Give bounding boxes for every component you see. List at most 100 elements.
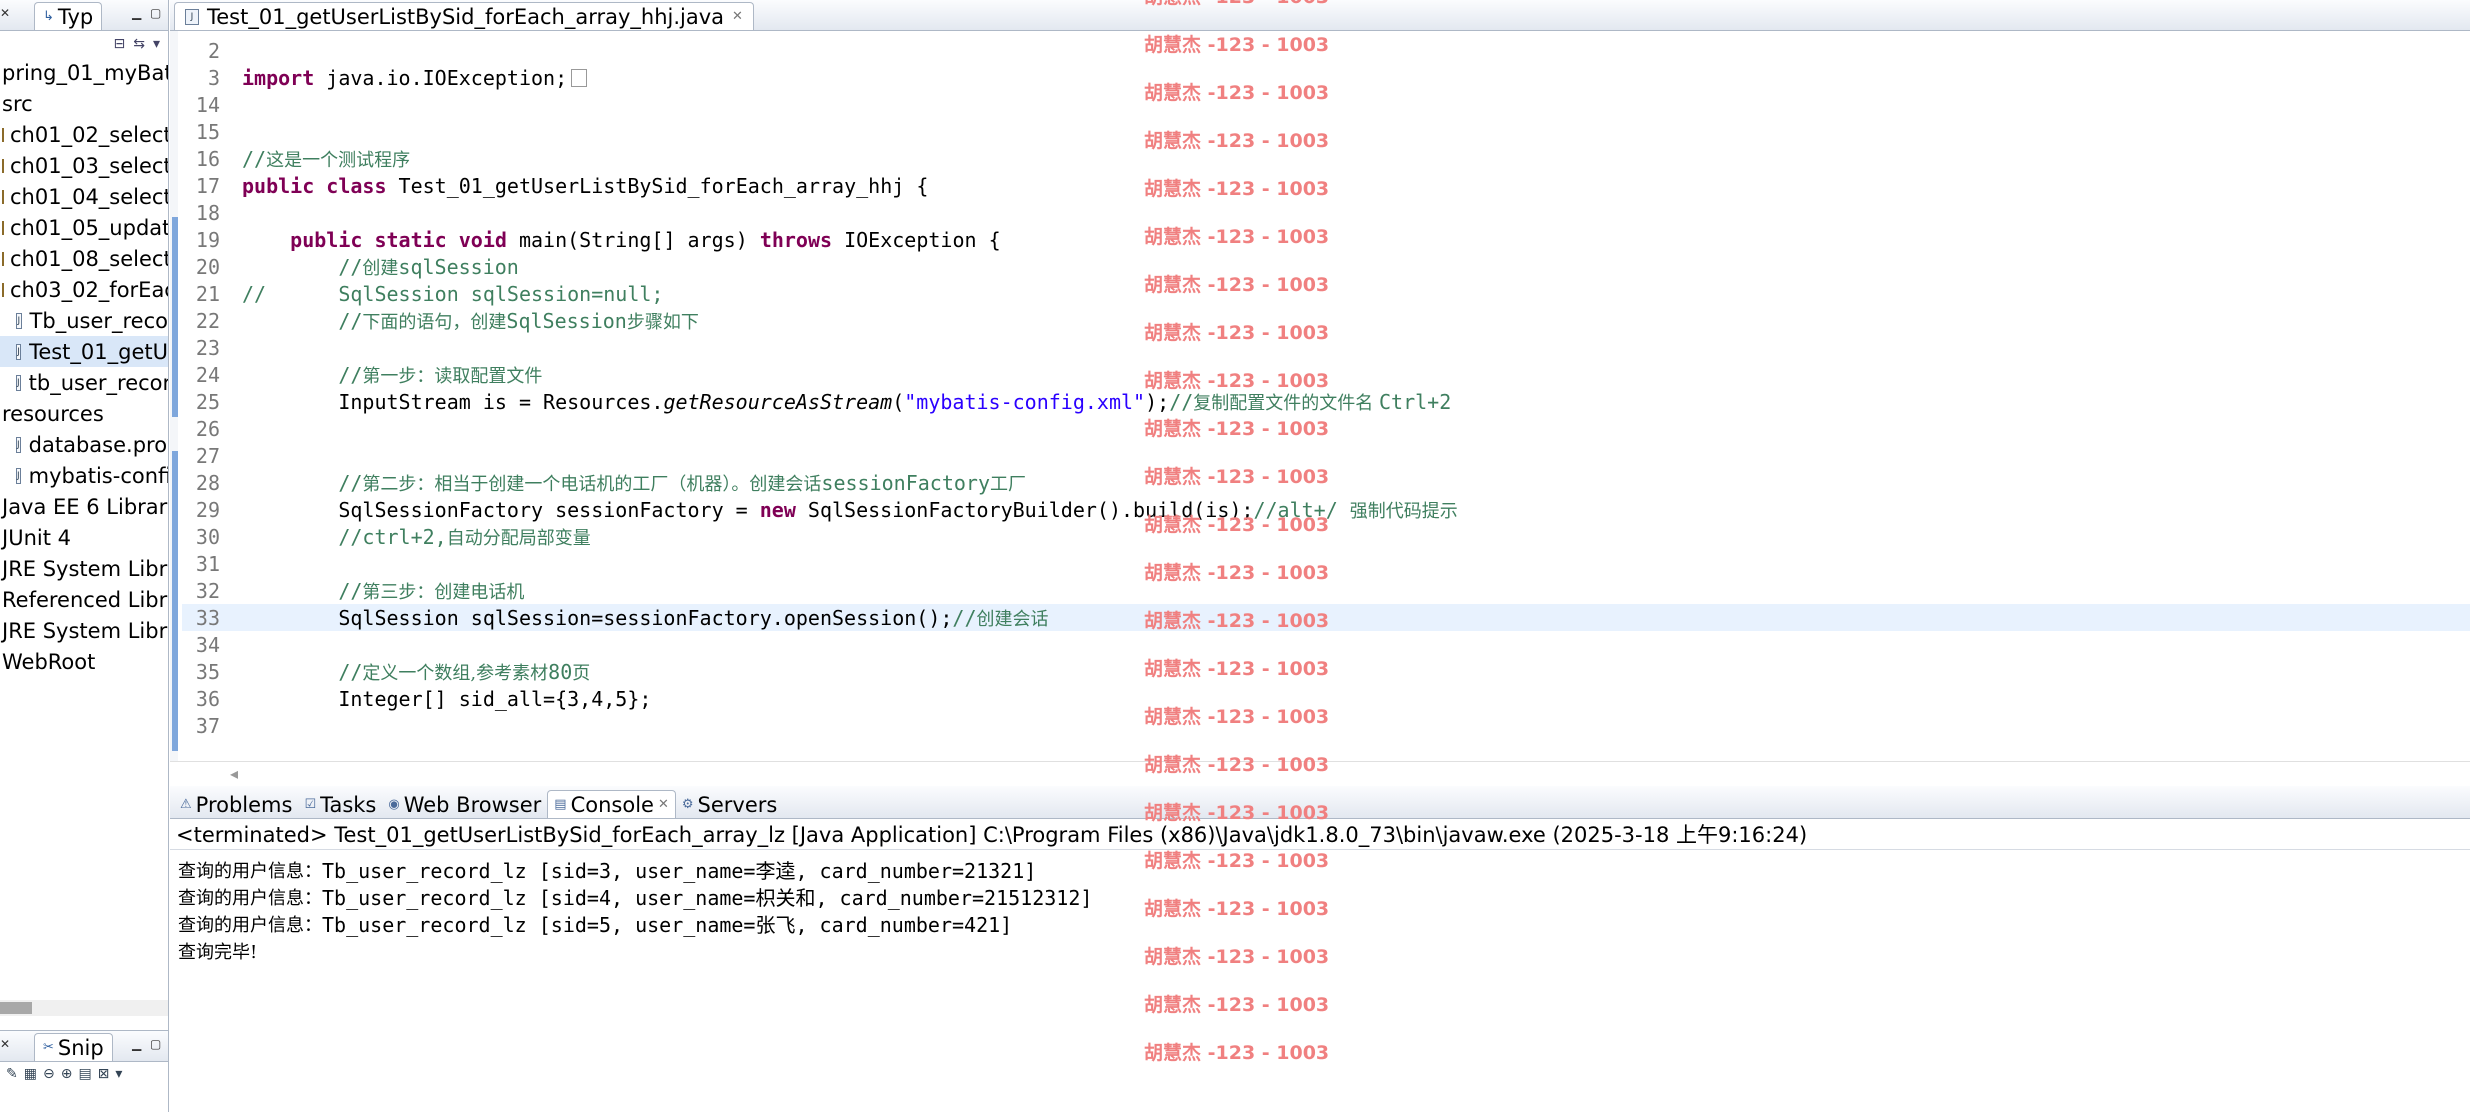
editor-hscrollbar[interactable]: ◂ [170,761,2470,784]
code-line[interactable]: 36 Integer[] sid_all={3,4,5}; [182,685,2470,712]
snippet-tabbar: ✕ ✂ Snip ▁ ▢ [0,1031,168,1062]
change-bar [172,217,178,417]
tab-servers[interactable]: ⚙ Servers [676,791,783,818]
tree-item[interactable]: pring_01_myBatis [0,57,168,88]
tab-console[interactable]: ▤ Console ✕ [547,790,676,818]
tree-item[interactable]: J Test_01_getU [0,336,168,367]
code-line[interactable]: 24 //第一步：读取配置文件 [182,361,2470,388]
tree-item[interactable]: JUnit 4 [0,522,168,553]
code-line[interactable]: 23 [182,334,2470,361]
close-icon[interactable]: ✕ [0,1037,10,1051]
close-tab-icon[interactable]: ✕ [658,797,669,812]
tree-item-label: ch01_04_select [10,184,169,209]
tree-item[interactable]: Jtb_user_recor [0,367,168,398]
editor-text-area[interactable]: 2 3 import java.io.IOException; 14 15 16//这是一… [170,31,2470,761]
code-token: 工厂 [990,473,1026,495]
tab-snippets[interactable]: ✂ Snip [34,1033,113,1061]
folded-code-icon[interactable] [571,68,588,87]
tree-item-label: WebRoot [2,649,96,674]
tab-problems[interactable]: ⚠ Problems [174,791,298,818]
maximize-icon[interactable]: ▢ [150,1037,161,1051]
code-line[interactable]: 31 [182,550,2470,577]
code-line[interactable]: 26 [182,415,2470,442]
code-line[interactable]: 19 public static void main(String[] args… [182,226,2470,253]
tree-item[interactable]: ch01_02_select [0,119,168,150]
tree-item[interactable]: Referenced Libra [0,584,168,615]
code-line[interactable]: 14 [182,91,2470,118]
scroll-left-icon[interactable]: ◂ [230,764,238,783]
code-line[interactable]: 25 InputStream is = Resources. getResourc… [182,388,2470,415]
snippet-tool-icon[interactable]: ▤ [78,1066,91,1082]
snippet-tool-icon[interactable]: ▦ [24,1066,37,1082]
package-explorer-panel: ✕ ↳ Typ ▁ ▢ ⊟ ⇆ ▾ pring_01_myBatissrc ch0… [0,0,169,1030]
close-tab-icon[interactable]: ✕ [732,9,743,24]
code-line[interactable]: 20 //创建 sqlSession [182,253,2470,280]
tree-item[interactable]: ch03_02_forEac [0,274,168,305]
tree-item-label: ch01_08_select [10,246,169,271]
tree-item-label: ch01_03_select [10,153,169,178]
tab-type-hierarchy[interactable]: ↳ Typ [34,2,103,30]
code-line[interactable]: 21 // SqlSession sqlSession=null; [182,280,2470,307]
code-line[interactable]: 34 [182,631,2470,658]
snippet-tool-icon[interactable]: ⊠ [98,1066,110,1082]
code-line[interactable]: 33 SqlSession sqlSession=sessionFactory.… [182,604,2470,631]
tab-web-browser[interactable]: ◉ Web Browser [382,791,547,818]
code-line[interactable]: 18 [182,199,2470,226]
tree-item[interactable]: Jmybatis-config [0,460,168,491]
code-line[interactable]: 27 [182,442,2470,469]
globe-icon: ◉ [388,797,400,812]
minimize-icon[interactable]: ▁ [132,6,141,20]
code-token: throws [759,227,833,252]
code-line[interactable]: 15 [182,118,2470,145]
snippet-tool-icon[interactable]: ✎ [6,1066,18,1082]
code-line[interactable]: 22 //下面的语句，创建 SqlSession 步骤如下 [182,307,2470,334]
tree-item[interactable]: src [0,88,168,119]
tree-item[interactable]: Jdatabase.prope [0,429,168,460]
console-line: 查询的用户信息： Tb_user_record_lz [sid=4, user_n… [178,883,2470,910]
explorer-hscrollbar[interactable] [0,1000,168,1016]
zoom-in-icon[interactable]: ⊕ [61,1066,73,1082]
tree-item[interactable]: ch01_05_updat [0,212,168,243]
tree-item[interactable]: J Tb_user_reco [0,305,168,336]
editor-tab-active[interactable]: J Test_01_getUserListBySid_forEach_array… [174,2,754,30]
tree-item[interactable]: WebRoot [0,646,168,677]
tree-item[interactable]: JRE System Libra [0,553,168,584]
tree-item[interactable]: JRE System Libra [0,615,168,646]
tree-item[interactable]: Java EE 6 Librarie [0,491,168,522]
code-token: // [242,470,363,495]
line-number: 21 [195,281,220,306]
code-line[interactable]: 17 public class Test_01_getUserListBySid_… [182,172,2470,199]
tree-item[interactable]: resources [0,398,168,429]
view-menu-icon[interactable]: ▾ [115,1066,122,1082]
code-token: main(String[] args) [506,227,760,252]
tree-item[interactable]: ch01_08_select [0,243,168,274]
code-line[interactable]: 32 //第三步：创建电话机 [182,577,2470,604]
code-token: SqlSessionFactoryBuilder().build(is); [795,497,1254,522]
code-token: 80 [548,659,573,684]
code-line[interactable]: 29 SqlSessionFactory sessionFactory = ne… [182,496,2470,523]
maximize-icon[interactable]: ▢ [150,6,161,20]
link-editor-icon[interactable]: ⇆ [133,36,145,52]
tree-item[interactable]: ch01_03_select [0,150,168,181]
zoom-out-icon[interactable]: ⊖ [43,1066,55,1082]
close-icon[interactable]: ✕ [0,6,10,20]
code-line[interactable]: 30 //ctrl+2, 自动分配局部变量 [182,523,2470,550]
code-token: public [242,173,315,198]
tree-item[interactable]: ch01_04_select [0,181,168,212]
code-line[interactable]: 35 //定义一个数组,参考素材 80 页 [182,658,2470,685]
line-number: 22 [195,308,220,333]
tab-label: Servers [697,792,778,817]
code-line[interactable]: 3 import java.io.IOException; [182,64,2470,91]
code-line[interactable]: 37 [182,712,2470,739]
minimize-icon[interactable]: ▁ [132,1037,141,1051]
view-menu-icon[interactable]: ▾ [153,36,160,52]
tab-label: Problems [195,792,293,817]
tab-tasks[interactable]: ☑ Tasks [298,791,382,818]
code-line[interactable]: 2 [182,37,2470,64]
line-number: 24 [195,362,220,387]
code-line[interactable]: 28 //第二步：相当于创建一个电话机的工厂（机器）。创建会话 sessionFa… [182,469,2470,496]
code-line[interactable]: 16 //这是一个测试程序 [182,145,2470,172]
collapse-all-icon[interactable]: ⊟ [114,36,126,52]
code-token: 页 [572,662,591,684]
